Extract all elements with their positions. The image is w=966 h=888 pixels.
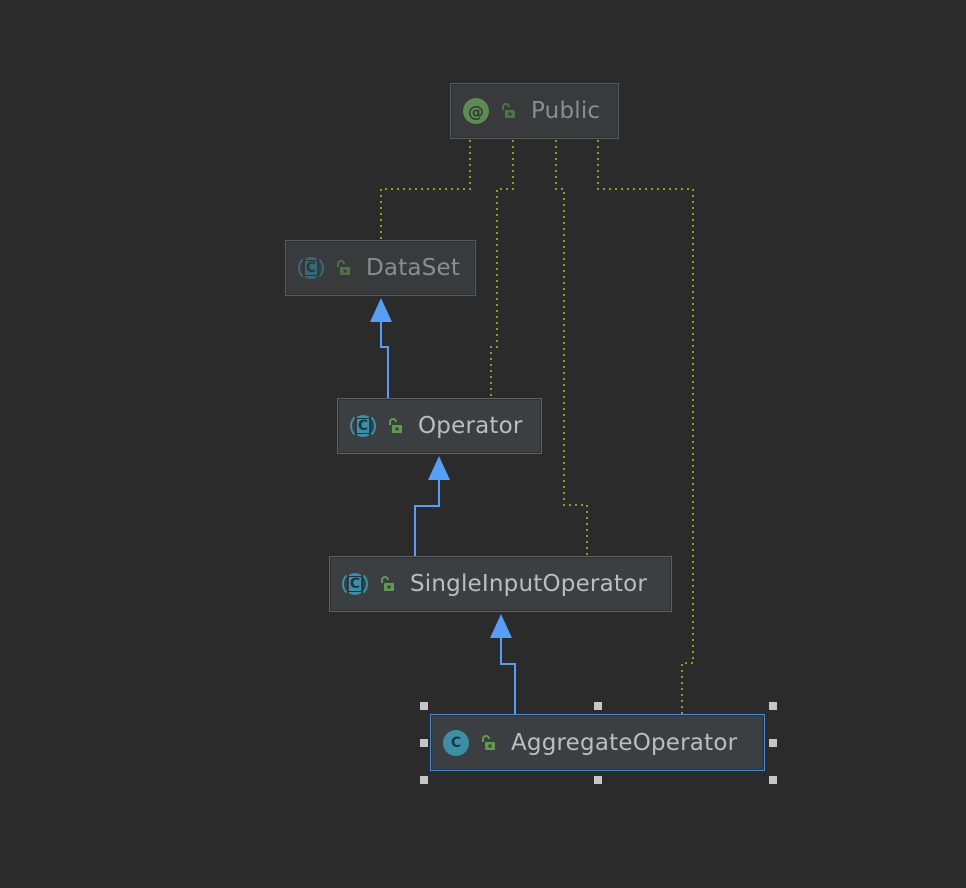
- public-access-icon: [337, 260, 350, 275]
- resize-handle-top-center[interactable]: [594, 702, 602, 710]
- resize-handle-bottom-right[interactable]: [769, 776, 777, 784]
- node-label-aggregateoperator: AggregateOperator: [511, 729, 738, 756]
- abstract-class-icon: C: [342, 571, 368, 597]
- abstract-class-icon: C: [298, 255, 324, 281]
- class-icon: C: [443, 729, 469, 756]
- extends-edge-singleinputoperator-operator: [414, 476, 440, 556]
- resize-handle-top-left[interactable]: [420, 702, 428, 710]
- extends-arrowhead-singleinputoperator: [490, 614, 512, 638]
- annotation-edge-public-aggregateoperator: [597, 140, 694, 714]
- node-aggregateoperator[interactable]: C AggregateOperator: [430, 714, 765, 771]
- extends-edge-operator-dataset: [380, 318, 389, 398]
- resize-handle-bottom-left[interactable]: [420, 776, 428, 784]
- node-label-operator: Operator: [418, 413, 523, 439]
- public-access-icon: [389, 418, 402, 433]
- annotation-edge-public-dataset: [380, 140, 471, 240]
- node-label-public: Public: [531, 98, 601, 124]
- extends-arrowhead-operator: [428, 456, 450, 480]
- annotation-icon: @: [463, 98, 489, 124]
- node-singleinputoperator[interactable]: C SingleInputOperator: [329, 556, 672, 612]
- resize-handle-bottom-center[interactable]: [594, 776, 602, 784]
- resize-handle-middle-right[interactable]: [769, 739, 777, 747]
- resize-handle-middle-left[interactable]: [420, 739, 428, 747]
- node-label-dataset: DataSet: [366, 255, 461, 281]
- public-access-icon: [502, 103, 515, 118]
- extends-arrowhead-dataset: [370, 298, 392, 322]
- extends-edge-aggregateoperator-singleinputoperator: [500, 634, 516, 714]
- public-access-icon: [381, 576, 394, 591]
- abstract-class-icon: C: [350, 413, 376, 439]
- annotation-edge-public-singleinputoperator: [555, 140, 588, 556]
- resize-handle-top-right[interactable]: [769, 702, 777, 710]
- node-label-singleinputoperator: SingleInputOperator: [410, 571, 648, 597]
- public-access-icon: [482, 734, 495, 750]
- uml-diagram-canvas[interactable]: @ Public C DataSet C Operator C SingleIn…: [0, 0, 966, 888]
- annotation-edge-public-operator: [490, 140, 514, 398]
- node-operator[interactable]: C Operator: [337, 398, 542, 454]
- node-dataset[interactable]: C DataSet: [285, 240, 476, 296]
- node-public[interactable]: @ Public: [450, 83, 619, 139]
